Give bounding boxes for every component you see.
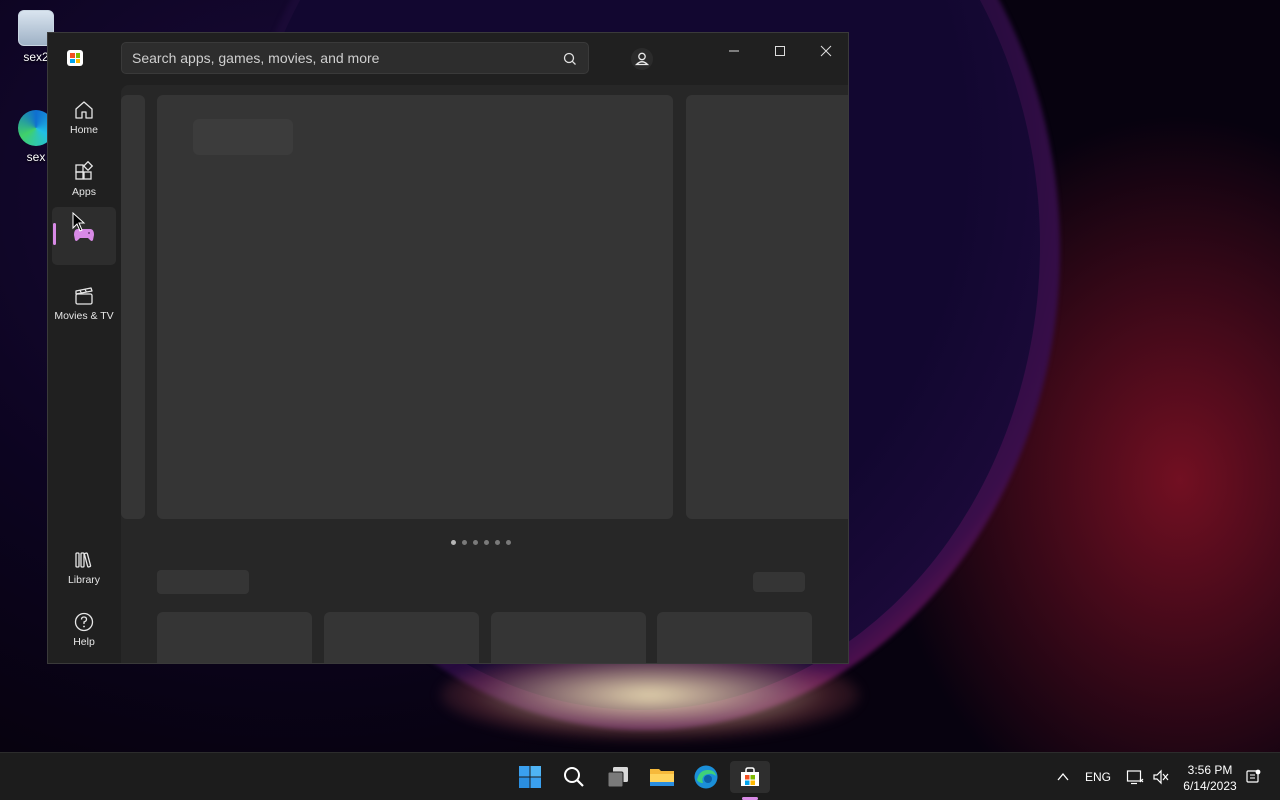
hero-card-loading[interactable] [157, 95, 673, 519]
carousel-dot[interactable] [451, 540, 456, 545]
help-icon [74, 612, 94, 632]
minimize-icon [729, 50, 739, 52]
desktop-icon-label: sex [26, 150, 46, 164]
nav-item-label: Movies & TV [54, 310, 114, 322]
taskbar: ENG 3:56 PM 6/14/2023 [0, 752, 1280, 800]
close-icon [820, 45, 832, 57]
notifications-icon[interactable] [1245, 769, 1261, 785]
hero-card-next[interactable] [686, 95, 848, 519]
nav-item-label: Help [73, 636, 95, 648]
desktop-icon-label: sex2 [23, 50, 49, 64]
carousel-dot[interactable] [506, 540, 511, 545]
start-button[interactable] [510, 761, 550, 793]
network-icon[interactable] [1126, 769, 1144, 785]
library-icon [75, 552, 92, 568]
nav-item-label: Library [67, 574, 101, 586]
maximize-button[interactable] [757, 37, 803, 65]
mouse-cursor-icon [72, 212, 86, 232]
minimize-button[interactable] [711, 37, 757, 65]
task-view-button[interactable] [598, 761, 638, 793]
volume-muted-icon[interactable] [1152, 769, 1170, 785]
nav-item-help[interactable]: Help [52, 603, 116, 661]
edge-icon [694, 765, 718, 789]
search-input[interactable] [121, 42, 589, 74]
file-explorer-button[interactable] [642, 761, 682, 793]
search-icon[interactable] [560, 49, 580, 69]
clock-time: 3:56 PM [1187, 763, 1233, 777]
taskbar-search-button[interactable] [554, 761, 594, 793]
product-card-placeholder[interactable] [157, 612, 312, 663]
apps-icon [75, 161, 94, 180]
store-window: Home Apps Movies & [47, 32, 849, 664]
file-explorer-icon [650, 769, 674, 786]
title-bar[interactable] [48, 33, 848, 85]
product-card-placeholder[interactable] [491, 612, 646, 663]
carousel-dot[interactable] [462, 540, 467, 545]
task-view-icon [607, 767, 628, 788]
product-card-placeholder[interactable] [657, 612, 812, 663]
store-logo-icon [67, 50, 83, 66]
carousel-dot[interactable] [484, 540, 489, 545]
carousel-dot[interactable] [495, 540, 500, 545]
nav-item-apps[interactable]: Apps [52, 153, 116, 211]
navigation-sidebar: Home Apps Movies & TV Library Help [48, 85, 121, 663]
nav-item-library[interactable]: Library [52, 541, 116, 599]
carousel-dot[interactable] [473, 540, 478, 545]
hero-title-placeholder [193, 119, 293, 155]
clapperboard-icon [75, 287, 93, 305]
home-icon [75, 101, 93, 119]
nav-active-indicator [53, 223, 56, 245]
system-clock[interactable]: 3:56 PM 6/14/2023 [1176, 762, 1244, 794]
clock-date: 6/14/2023 [1183, 779, 1237, 793]
section-title-placeholder [157, 570, 249, 594]
start-icon [519, 766, 541, 788]
nav-item-movies-tv[interactable]: Movies & TV [52, 277, 116, 335]
nav-item-label: Home [69, 124, 98, 136]
edge-button[interactable] [686, 761, 726, 793]
close-button[interactable] [803, 37, 848, 65]
maximize-icon [775, 46, 785, 56]
input-language-indicator[interactable]: ENG [1085, 770, 1111, 784]
hero-card-previous[interactable] [121, 95, 145, 519]
nav-item-home[interactable]: Home [52, 91, 116, 149]
store-content-area [121, 85, 848, 663]
chevron-up-icon[interactable] [1056, 771, 1070, 783]
see-all-placeholder[interactable] [753, 572, 805, 592]
product-card-placeholder[interactable] [324, 612, 479, 663]
carousel-pager[interactable] [451, 540, 511, 545]
search-icon [564, 767, 584, 787]
store-icon [741, 767, 759, 786]
nav-item-label: Apps [72, 186, 96, 198]
profile-icon[interactable] [630, 47, 654, 71]
store-taskbar-button[interactable] [730, 761, 770, 793]
